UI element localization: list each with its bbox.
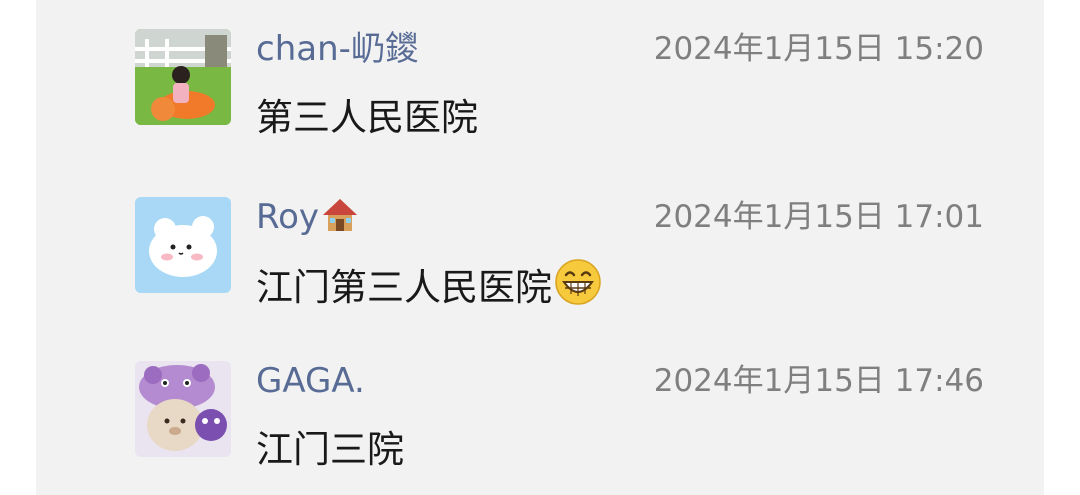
author-name[interactable]: chan-屷鑁	[256, 26, 419, 72]
child-playground-avatar-icon	[135, 29, 231, 125]
comments-panel: chan-屷鑁 2024年1月15日 15:20 第三人民医院 Roy 2024…	[36, 0, 1044, 495]
comment-text: 江门第三人民医院	[256, 258, 602, 322]
white-bear-avatar-icon	[135, 197, 231, 293]
comment-item: GAGA. 2024年1月15日 17:46 江门三院	[36, 332, 1044, 492]
comment-text: 第三人民医院	[256, 96, 478, 139]
avatar[interactable]	[135, 361, 231, 457]
comment-text-label: 江门第三人民医院	[256, 266, 552, 309]
comment-text: 江门三院	[256, 428, 404, 471]
comment-item: chan-屷鑁 2024年1月15日 15:20 第三人民医院	[36, 0, 1044, 160]
grinning-face-emoji-icon	[554, 258, 602, 322]
purple-hat-bear-avatar-icon	[135, 361, 231, 457]
author-name-label: GAGA.	[256, 361, 365, 401]
comment-timestamp: 2024年1月15日 17:46	[653, 363, 984, 399]
author-name-label: Roy	[256, 197, 320, 237]
house-emoji-icon	[321, 196, 359, 246]
comment-timestamp: 2024年1月15日 17:01	[653, 199, 984, 235]
avatar[interactable]	[135, 197, 231, 293]
author-name[interactable]: GAGA.	[256, 358, 365, 404]
comment-timestamp: 2024年1月15日 15:20	[653, 31, 984, 67]
author-name-label: chan-屷鑁	[256, 29, 419, 69]
avatar[interactable]	[135, 29, 231, 125]
comment-item: Roy 2024年1月15日 17:01 江门第三人民医院	[36, 168, 1044, 328]
author-name[interactable]: Roy	[256, 194, 359, 246]
